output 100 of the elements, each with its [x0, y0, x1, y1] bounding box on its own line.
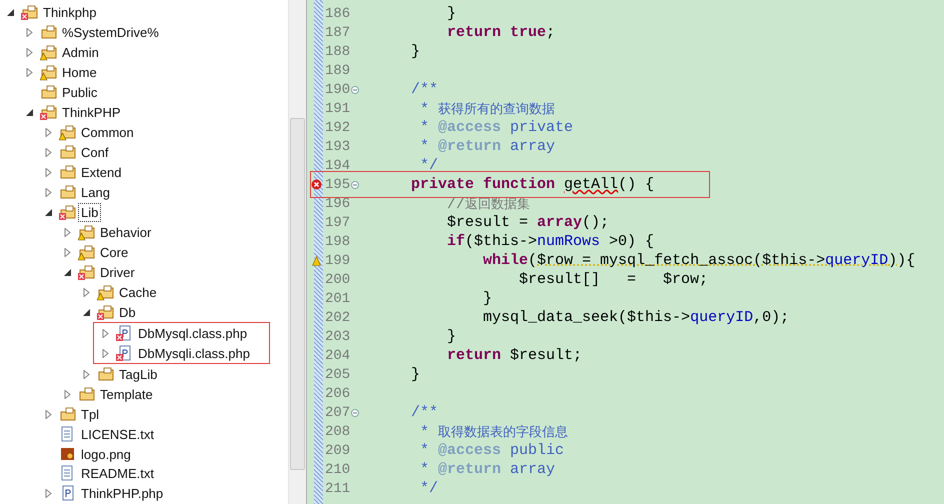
- line-number: 197: [325, 214, 350, 230]
- expand-arrow-icon[interactable]: [63, 228, 72, 237]
- expand-arrow-icon[interactable]: [82, 370, 91, 379]
- expand-arrow-icon[interactable]: [44, 148, 53, 158]
- code-line: */: [419, 157, 438, 174]
- code-line: while($row = mysql_fetch_assoc($this->queryID)){: [482, 252, 916, 269]
- line-number: 205: [325, 366, 350, 382]
- tree-item[interactable]: README.txt: [79, 465, 156, 482]
- code-line: if($this->numRows >0) {: [446, 233, 654, 250]
- code-line: */: [419, 480, 438, 497]
- collapse-arrow-icon[interactable]: [6, 8, 15, 18]
- line-number: 199: [325, 252, 350, 268]
- collapse-icon[interactable]: [351, 86, 360, 94]
- tree-item[interactable]: Template: [98, 386, 155, 403]
- tree-item[interactable]: Lang: [79, 184, 112, 202]
- line-number: 204: [325, 348, 350, 364]
- tree-item[interactable]: DbMysqli.class.php: [136, 344, 252, 362]
- tree-item[interactable]: logo.png: [79, 446, 133, 463]
- code-line: * @return array: [419, 461, 556, 478]
- line-number: 198: [325, 234, 350, 250]
- collapse-arrow-icon[interactable]: [82, 308, 91, 317]
- line-number: 191: [325, 100, 350, 116]
- code-line: return true;: [446, 24, 556, 41]
- tree-item[interactable]: Home: [60, 64, 99, 82]
- expand-arrow-icon[interactable]: [63, 248, 72, 257]
- tree-item[interactable]: Db: [117, 304, 138, 321]
- expand-arrow-icon[interactable]: [101, 328, 110, 338]
- expand-arrow-icon[interactable]: [44, 489, 53, 498]
- code-line: $result[] = $row;: [518, 271, 708, 288]
- expand-arrow-icon[interactable]: [63, 390, 72, 399]
- collapse-arrow-icon[interactable]: [25, 108, 34, 118]
- code-line: }: [410, 366, 420, 383]
- line-number: 188: [325, 44, 350, 60]
- line-number: 208: [325, 424, 350, 440]
- code-line: * 获得所有的查询数据: [419, 100, 556, 118]
- line-number: 211: [325, 480, 350, 496]
- line-number: 202: [325, 310, 350, 326]
- line-number: 187: [325, 24, 350, 40]
- tree-item[interactable]: Conf: [79, 144, 110, 162]
- code-line: }: [446, 5, 456, 22]
- tree-item[interactable]: Admin: [60, 44, 101, 62]
- expand-arrow-icon[interactable]: [44, 168, 53, 178]
- line-number: 194: [325, 158, 350, 174]
- tree-item[interactable]: Core: [98, 244, 130, 261]
- code-line: * 取得数据表的字段信息: [419, 422, 568, 440]
- line-number: 195: [325, 176, 350, 192]
- line-number: 203: [325, 328, 350, 344]
- tree-item[interactable]: ThinkPHP: [60, 104, 123, 122]
- line-number: 190: [325, 82, 350, 98]
- expand-arrow-icon[interactable]: [44, 410, 53, 419]
- line-number: 200: [325, 272, 350, 288]
- line-number: 201: [325, 290, 350, 306]
- tree-item[interactable]: Thinkphp: [41, 4, 98, 22]
- tree-item[interactable]: DbMysql.class.php: [136, 324, 250, 342]
- tree-item[interactable]: TagLib: [117, 366, 160, 383]
- line-number: 210: [325, 462, 350, 478]
- code-line: * @access public: [419, 442, 564, 459]
- tree-item[interactable]: Tpl: [79, 406, 102, 423]
- collapse-arrow-icon[interactable]: [44, 208, 53, 217]
- tree-item[interactable]: Public: [60, 84, 100, 102]
- collapse-icon[interactable]: [351, 408, 360, 416]
- code-line: }: [446, 328, 456, 345]
- code-line: private function getAll() {: [410, 176, 654, 193]
- expand-arrow-icon[interactable]: [25, 28, 34, 38]
- code-line: }: [410, 43, 420, 60]
- code-line: $result = array();: [446, 214, 610, 231]
- expand-arrow-icon[interactable]: [25, 48, 34, 58]
- line-number: 186: [325, 6, 350, 22]
- code-line: return $result;: [446, 347, 582, 364]
- tree-item[interactable]: Extend: [79, 164, 124, 182]
- code-line: mysql_data_seek($this->queryID,0);: [482, 309, 790, 326]
- tree-item[interactable]: Common: [79, 124, 136, 142]
- line-number: 196: [325, 196, 350, 212]
- code-line: * @return array: [419, 138, 556, 155]
- line-number: 192: [325, 120, 350, 136]
- code-line: //返回数据集: [446, 194, 530, 212]
- tree-item[interactable]: %SystemDrive%: [60, 24, 161, 42]
- expand-arrow-icon[interactable]: [82, 288, 91, 297]
- tree-item[interactable]: Cache: [117, 284, 159, 301]
- code-line: /**: [410, 404, 438, 421]
- line-number: 206: [325, 386, 350, 402]
- tree-item[interactable]: Behavior: [98, 224, 154, 241]
- expand-arrow-icon[interactable]: [101, 348, 110, 358]
- tree-item[interactable]: LICENSE.txt: [79, 426, 156, 443]
- line-number: 189: [325, 62, 350, 78]
- line-number: 207: [325, 404, 350, 420]
- expand-arrow-icon[interactable]: [44, 188, 53, 198]
- line-number: 193: [325, 138, 350, 154]
- code-line: /**: [410, 81, 438, 98]
- tree-item[interactable]: Lib: [79, 204, 100, 221]
- collapse-arrow-icon[interactable]: [63, 268, 72, 277]
- code-line: }: [482, 290, 492, 307]
- scrollbar[interactable]: [288, 0, 306, 504]
- tree-item[interactable]: ThinkPHP.php: [79, 485, 166, 502]
- collapse-icon[interactable]: [351, 180, 360, 188]
- code-line: * @access private: [419, 119, 574, 136]
- tree-item[interactable]: Driver: [98, 264, 137, 281]
- expand-arrow-icon[interactable]: [44, 128, 53, 138]
- expand-arrow-icon[interactable]: [25, 68, 34, 78]
- line-number: 209: [325, 442, 350, 458]
